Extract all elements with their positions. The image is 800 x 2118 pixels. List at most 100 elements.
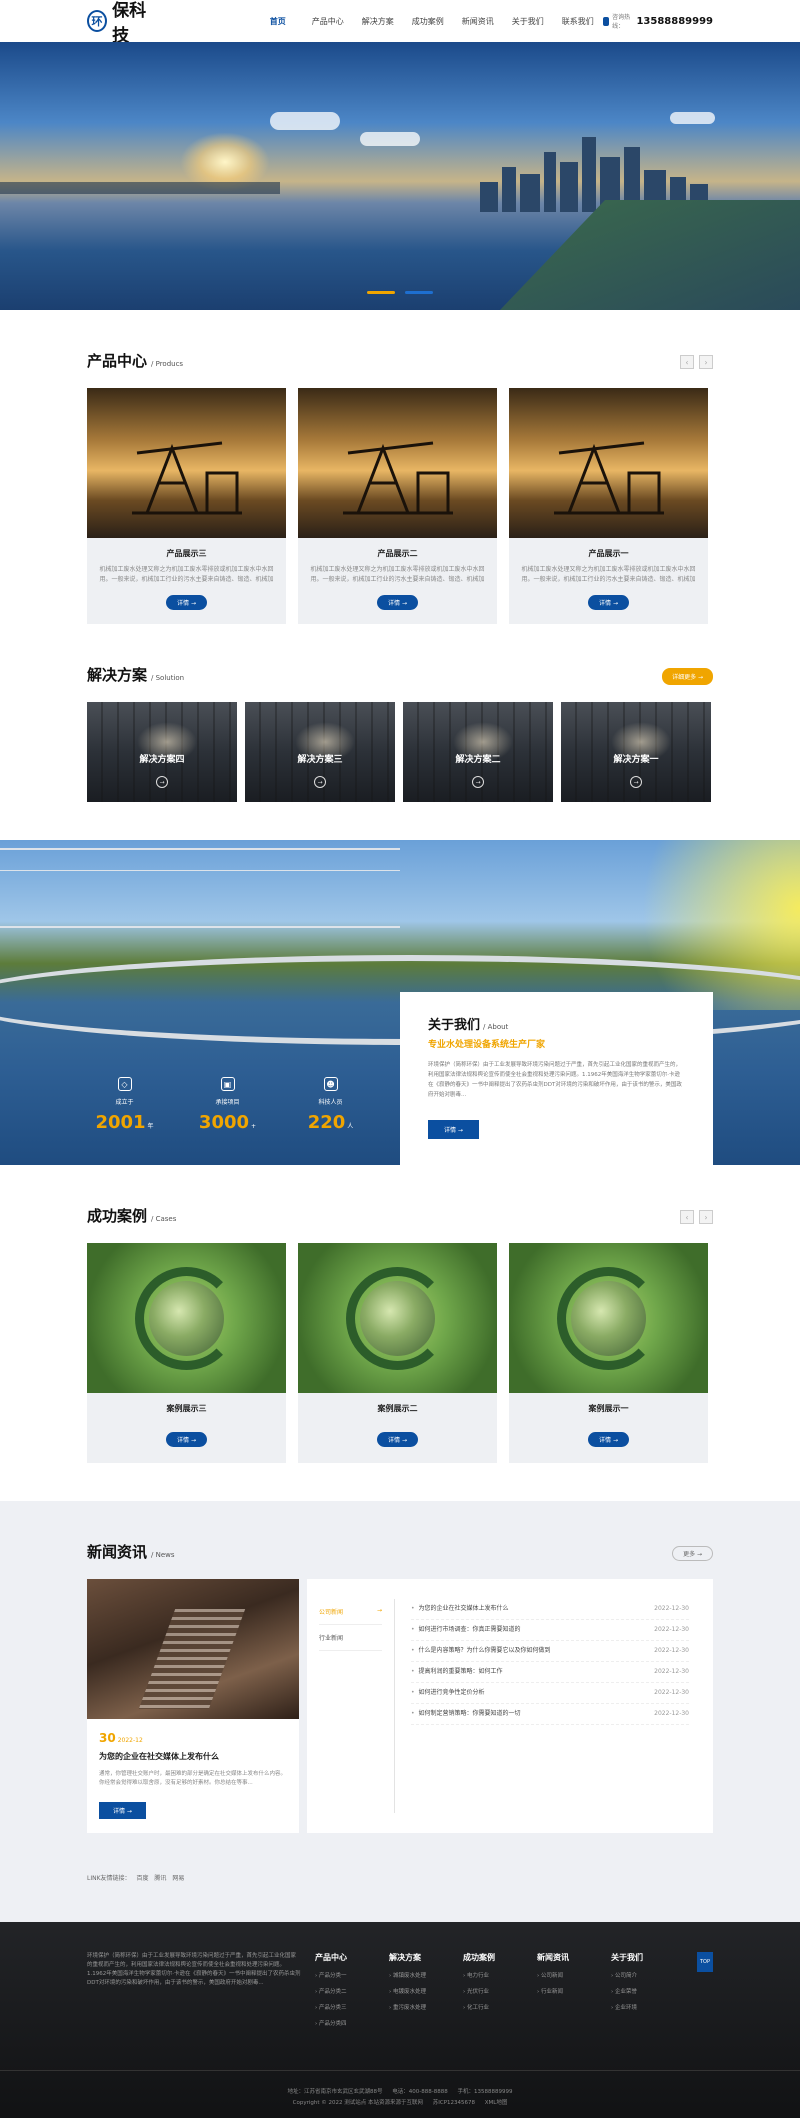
solution-card[interactable]: 解决方案二 → bbox=[403, 702, 553, 802]
banner-pier bbox=[0, 182, 280, 194]
stat-unit: 年 bbox=[147, 1123, 154, 1130]
product-card[interactable]: 产品展示一 机械加工废水处理又称之为机加工废水零排放或机加工废水中水回用。一般来… bbox=[509, 388, 708, 624]
news-list-item[interactable]: • 如何制定营销策略：你需要知道的一切 2022-12-30 bbox=[411, 1704, 689, 1725]
footer-link[interactable]: › 行业新闻 bbox=[537, 1987, 611, 1995]
featured-news-button[interactable]: 详情 → bbox=[99, 1802, 146, 1819]
copyright-text: Copyright © 2022 测试站点 本站资源来源于互联网 bbox=[292, 2100, 423, 2106]
product-card[interactable]: 产品展示二 机械加工废水处理又称之为机加工废水零排放或机加工废水中水回用。一般来… bbox=[298, 388, 497, 624]
product-detail-button[interactable]: 详情 → bbox=[166, 595, 207, 610]
case-title: 案例展示二 bbox=[377, 1404, 418, 1413]
footer-link[interactable]: › 产品分类一 bbox=[315, 1971, 389, 1979]
footer-link[interactable]: › 企业环境 bbox=[611, 2003, 685, 2011]
product-detail-button[interactable]: 详情 → bbox=[377, 595, 418, 610]
case-title: 案例展示三 bbox=[166, 1404, 207, 1413]
nav-products[interactable]: 产品中心 bbox=[303, 12, 353, 31]
logo[interactable]: 环 保科技 bbox=[87, 0, 158, 46]
friend-links-label: LINK友情链接： bbox=[87, 1875, 131, 1882]
image-icon: ▣ bbox=[220, 1077, 235, 1091]
product-title: 产品展示一 bbox=[588, 549, 629, 558]
news-more-button[interactable]: 更多 → bbox=[672, 1545, 713, 1561]
case-card[interactable]: 案例展示三 详情 → bbox=[87, 1243, 286, 1463]
arrow-circle-icon: → bbox=[314, 776, 326, 788]
product-card[interactable]: 产品展示三 机械加工废水处理又称之为机加工废水零排放或机加工废水中水回用。一般来… bbox=[87, 388, 286, 624]
chevron-right-icon[interactable]: › bbox=[699, 355, 713, 369]
tab-company-news[interactable]: 公司新闻 → bbox=[319, 1599, 382, 1625]
footer-link[interactable]: › 光伏行业 bbox=[463, 1987, 537, 1995]
product-desc: 机械加工废水处理又称之为机加工废水零排放或机加工废水中水回用。一般来说，机械加工… bbox=[99, 566, 274, 583]
logo-mark: 环 bbox=[87, 10, 108, 32]
product-title: 产品展示二 bbox=[377, 549, 418, 558]
nav-cases[interactable]: 成功案例 bbox=[403, 12, 453, 31]
footer-link[interactable]: › 电力行业 bbox=[463, 1971, 537, 1979]
product-desc: 机械加工废水处理又称之为机加工废水零排放或机加工废水中水回用。一般来说，机械加工… bbox=[521, 566, 696, 583]
product-detail-button[interactable]: 详情 → bbox=[588, 595, 629, 610]
nav-contact[interactable]: 联系我们 bbox=[553, 12, 603, 31]
footer-mobile: 手机：13588889999 bbox=[457, 2089, 513, 2095]
footer-link[interactable]: › 产品分类二 bbox=[315, 1987, 389, 1995]
footer-link[interactable]: › 企业荣誉 bbox=[611, 1987, 685, 1995]
news-list-item[interactable]: • 为您的企业在社交媒体上发布什么 2022-12-30 bbox=[411, 1599, 689, 1620]
footer-link[interactable]: › 产品分类三 bbox=[315, 2003, 389, 2011]
nav-about[interactable]: 关于我们 bbox=[503, 12, 553, 31]
footer-link[interactable]: › 产品分类四 bbox=[315, 2019, 389, 2027]
news-list-item[interactable]: • 如何进行市场调查：你真正需要知道的 2022-12-30 bbox=[411, 1620, 689, 1641]
oil-pump-image bbox=[87, 388, 286, 538]
footer-link[interactable]: › 公司新闻 bbox=[537, 1971, 611, 1979]
footer-link[interactable]: › 重污废水处理 bbox=[389, 2003, 463, 2011]
chevron-left-icon[interactable]: ‹ bbox=[680, 1210, 694, 1224]
banner-dot-2[interactable] bbox=[405, 291, 433, 294]
diamond-icon: ◇ bbox=[117, 1077, 132, 1091]
case-card[interactable]: 案例展示一 详情 → bbox=[509, 1243, 708, 1463]
about-card: 关于我们 / About 专业水处理设备系统生产厂家 环境保护（简称环保）由于工业… bbox=[400, 992, 713, 1165]
footer-link[interactable]: › 城镇废水处理 bbox=[389, 1971, 463, 1979]
news-title: 新闻资讯 bbox=[87, 1543, 148, 1561]
about-detail-button[interactable]: 详情 → bbox=[428, 1120, 479, 1139]
stat-unit: 人 bbox=[347, 1123, 354, 1130]
chevron-right-icon[interactable]: › bbox=[699, 1210, 713, 1224]
nav-solutions[interactable]: 解决方案 bbox=[353, 12, 403, 31]
icp-link[interactable]: 苏ICP12345678 bbox=[433, 2100, 475, 2106]
solution-card[interactable]: 解决方案一 → bbox=[561, 702, 711, 802]
featured-news-text: 通常，你管理社交账户时，最困难的部分是确定在社交媒体上发布什么内容。你经常会觉得… bbox=[99, 1771, 287, 1786]
footer-about-text: 环境保护（简称环保）由于工业发展导致环境污染问题过于严重，首先引起工业化国家的重… bbox=[87, 1953, 301, 1986]
friend-link[interactable]: 腾讯 bbox=[154, 1875, 166, 1882]
case-card[interactable]: 案例展示二 详情 → bbox=[298, 1243, 497, 1463]
solution-card[interactable]: 解决方案四 → bbox=[87, 702, 237, 802]
product-title: 产品展示三 bbox=[166, 549, 207, 558]
news-list-item[interactable]: • 提高利润的重要策略：如何工作 2022-12-30 bbox=[411, 1662, 689, 1683]
solutions-more-button[interactable]: 详细更多 → bbox=[662, 667, 713, 685]
friend-link[interactable]: 百度 bbox=[136, 1875, 148, 1882]
chevron-left-icon[interactable]: ‹ bbox=[680, 355, 694, 369]
hero-banner bbox=[0, 42, 800, 310]
footer-link[interactable]: › 公司简介 bbox=[611, 1971, 685, 1979]
news-subtitle: / News bbox=[151, 1551, 175, 1559]
sitemap-link[interactable]: XML地图 bbox=[485, 2100, 508, 2106]
case-detail-button[interactable]: 详情 → bbox=[166, 1432, 207, 1447]
cases-section: 成功案例 / Cases ‹ › 案例展示三 详情 → 案例展示二 详情 → 案… bbox=[87, 1165, 713, 1463]
oil-pump-image bbox=[509, 388, 708, 538]
footer-columns: 产品中心 › 产品分类一 › 产品分类二 › 产品分类三 › 产品分类四 解决方… bbox=[315, 1952, 685, 2035]
case-detail-button[interactable]: 详情 → bbox=[377, 1432, 418, 1447]
about-text: 环境保护（简称环保）由于工业发展导致环境污染问题过于严重，首先引起工业化国家的重… bbox=[428, 1062, 682, 1098]
featured-news[interactable]: 30 2022-12 为您的企业在社交媒体上发布什么 通常，你管理社交账户时，最困… bbox=[87, 1579, 299, 1833]
solutions-title: 解决方案 bbox=[87, 666, 148, 684]
case-detail-button[interactable]: 详情 → bbox=[588, 1432, 629, 1447]
footer: 环境保护（简称环保）由于工业发展导致环境污染问题过于严重，首先引起工业化国家的重… bbox=[0, 1922, 800, 2118]
solutions-subtitle: / Solution bbox=[151, 674, 185, 682]
solution-card[interactable]: 解决方案三 → bbox=[245, 702, 395, 802]
stat-value: 220 bbox=[307, 1112, 346, 1133]
news-list-item[interactable]: • 什么是内容策略？为什么你需要它以及你如何做到 2022-12-30 bbox=[411, 1641, 689, 1662]
footer-link[interactable]: › 电镀废水处理 bbox=[389, 1987, 463, 1995]
stat-label: 科技人员 bbox=[318, 1099, 343, 1106]
footer-link[interactable]: › 化工行业 bbox=[463, 2003, 537, 2011]
back-to-top-button[interactable]: TOP bbox=[697, 1952, 713, 1972]
news-list: • 为您的企业在社交媒体上发布什么 2022-12-30 • 如何进行市场调查：你真正… bbox=[395, 1599, 713, 1813]
news-list-item[interactable]: • 如何进行竞争性定价分析 2022-12-30 bbox=[411, 1683, 689, 1704]
banner-dot-1[interactable] bbox=[367, 291, 395, 294]
nav-home[interactable]: 首页 bbox=[253, 12, 303, 31]
recycle-globe-image bbox=[87, 1243, 286, 1393]
about-subtitle: / About bbox=[483, 1023, 509, 1031]
tab-industry-news[interactable]: 行业新闻 bbox=[319, 1625, 382, 1651]
friend-link[interactable]: 网易 bbox=[172, 1875, 184, 1882]
nav-news[interactable]: 新闻资讯 bbox=[453, 12, 503, 31]
